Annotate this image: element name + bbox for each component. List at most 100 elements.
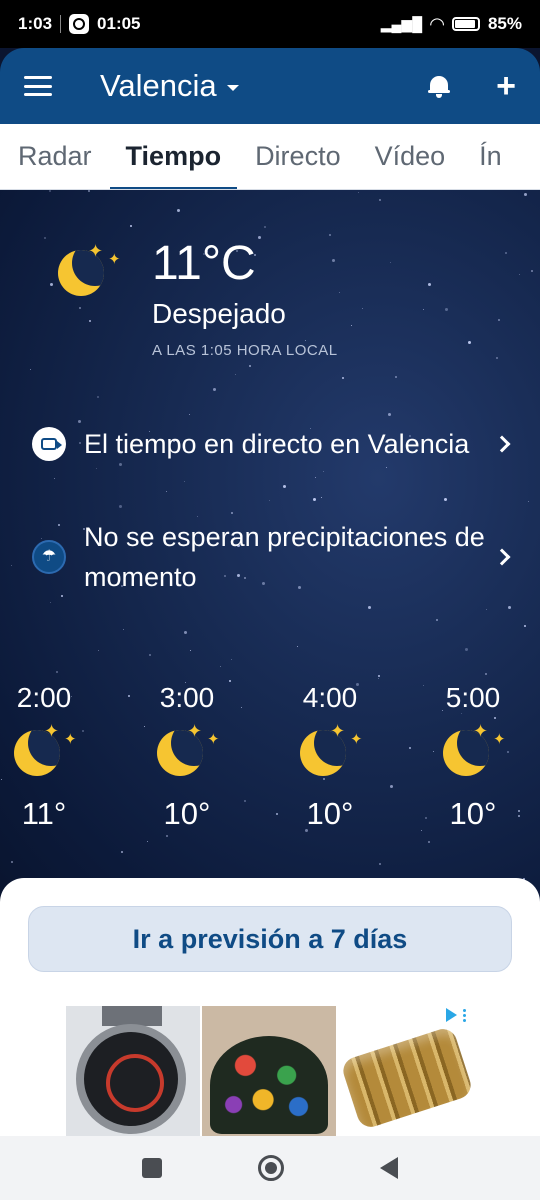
star bbox=[128, 695, 130, 697]
star bbox=[119, 505, 122, 508]
app-bar: Valencia + bbox=[0, 48, 540, 124]
star bbox=[283, 485, 286, 488]
star bbox=[231, 512, 233, 514]
star bbox=[147, 841, 148, 842]
star bbox=[79, 307, 81, 309]
star bbox=[395, 376, 397, 378]
star bbox=[241, 707, 242, 708]
app-notification-icon bbox=[69, 14, 90, 34]
recents-icon[interactable] bbox=[142, 1158, 162, 1178]
wifi-icon: ◠ bbox=[430, 13, 444, 34]
star bbox=[342, 377, 344, 379]
star bbox=[89, 320, 91, 322]
star bbox=[258, 236, 261, 239]
video-camera-icon bbox=[32, 427, 66, 461]
tab-more[interactable]: Ín bbox=[479, 124, 502, 189]
local-time-label: A LAS 1:05 HORA LOCAL bbox=[152, 342, 338, 359]
seven-day-forecast-button[interactable]: Ir a previsión a 7 días bbox=[28, 906, 512, 972]
star bbox=[269, 500, 270, 501]
tab-video[interactable]: Vídeo bbox=[375, 124, 446, 189]
star bbox=[149, 654, 151, 656]
star bbox=[97, 396, 99, 398]
hour-time: 4:00 bbox=[302, 682, 358, 713]
ad-banner[interactable] bbox=[66, 1006, 474, 1138]
star bbox=[339, 292, 340, 293]
hourly-item[interactable]: 5:00 ✦ ✦ 10° bbox=[423, 682, 523, 832]
star bbox=[11, 565, 12, 566]
hour-time: 2:00 bbox=[16, 682, 72, 713]
star bbox=[351, 325, 352, 326]
star bbox=[121, 851, 123, 853]
tab-directo[interactable]: Directo bbox=[255, 124, 341, 189]
home-icon[interactable] bbox=[258, 1155, 284, 1181]
hourly-item[interactable]: 2:00 ✦ ✦ 11° bbox=[0, 682, 94, 832]
ad-image-watch[interactable] bbox=[66, 1006, 200, 1138]
status-app-time: 01:05 bbox=[97, 14, 141, 33]
back-icon[interactable] bbox=[380, 1157, 398, 1179]
star bbox=[323, 471, 324, 472]
battery-icon bbox=[451, 17, 480, 31]
hourly-item[interactable]: 3:00 ✦ ✦ 10° bbox=[137, 682, 237, 832]
star bbox=[390, 785, 393, 788]
moon-stars-icon: ✦ ✦ bbox=[300, 722, 370, 782]
star bbox=[315, 477, 316, 478]
star bbox=[368, 606, 371, 609]
ad-image-tablecloth[interactable] bbox=[202, 1006, 336, 1138]
menu-icon[interactable] bbox=[24, 76, 52, 96]
star bbox=[213, 388, 216, 391]
star bbox=[130, 225, 132, 227]
star bbox=[54, 478, 55, 479]
star bbox=[231, 659, 232, 660]
star bbox=[496, 357, 498, 359]
bottom-sheet: Ir a previsión a 7 días bbox=[0, 878, 540, 1138]
plus-icon[interactable]: + bbox=[496, 69, 516, 103]
star bbox=[524, 625, 526, 627]
live-weather-link[interactable]: El tiempo en directo en Valencia bbox=[32, 424, 522, 464]
star bbox=[235, 374, 236, 375]
hour-time: 3:00 bbox=[159, 682, 215, 713]
star bbox=[468, 341, 471, 344]
hour-time: 5:00 bbox=[445, 682, 501, 713]
tab-bar: Radar Tiempo Directo Vídeo Ín bbox=[0, 124, 540, 190]
star bbox=[378, 675, 380, 677]
star bbox=[78, 420, 81, 423]
star bbox=[524, 193, 527, 196]
star bbox=[485, 673, 487, 675]
star bbox=[528, 501, 529, 502]
precipitation-link[interactable]: ☂ No se esperan precipitaciones de momen… bbox=[32, 517, 522, 597]
city-name: Valencia bbox=[100, 68, 217, 103]
star bbox=[11, 861, 13, 863]
chevron-right-icon bbox=[493, 435, 511, 453]
star bbox=[44, 237, 46, 239]
star bbox=[423, 309, 424, 310]
star bbox=[508, 606, 511, 609]
system-nav-bar bbox=[0, 1136, 540, 1200]
star bbox=[388, 413, 391, 416]
star bbox=[313, 498, 316, 501]
ad-image-cryptex[interactable] bbox=[338, 1006, 472, 1138]
ad-choices-icon[interactable] bbox=[446, 1008, 466, 1022]
star bbox=[531, 270, 533, 272]
hourly-item[interactable]: 4:00 ✦ ✦ 10° bbox=[280, 682, 380, 832]
star bbox=[428, 841, 430, 843]
star bbox=[166, 835, 168, 837]
current-temperature: 11°C bbox=[152, 237, 256, 290]
current-condition: Despejado bbox=[152, 298, 286, 329]
star bbox=[436, 619, 438, 621]
bell-icon[interactable] bbox=[428, 74, 451, 98]
tab-radar[interactable]: Radar bbox=[18, 124, 92, 189]
tab-tiempo[interactable]: Tiempo bbox=[109, 124, 237, 189]
star bbox=[421, 830, 422, 831]
star bbox=[465, 648, 468, 651]
moon-stars-icon: ✦ ✦ bbox=[14, 722, 84, 782]
star bbox=[184, 481, 185, 482]
star bbox=[362, 308, 363, 309]
star bbox=[379, 863, 381, 865]
star bbox=[486, 609, 487, 610]
star bbox=[49, 190, 51, 192]
star bbox=[220, 666, 221, 667]
star bbox=[276, 813, 278, 815]
city-selector[interactable]: Valencia bbox=[100, 68, 239, 104]
star bbox=[297, 646, 298, 647]
precipitation-text: No se esperan precipitaciones de momento bbox=[84, 522, 485, 592]
